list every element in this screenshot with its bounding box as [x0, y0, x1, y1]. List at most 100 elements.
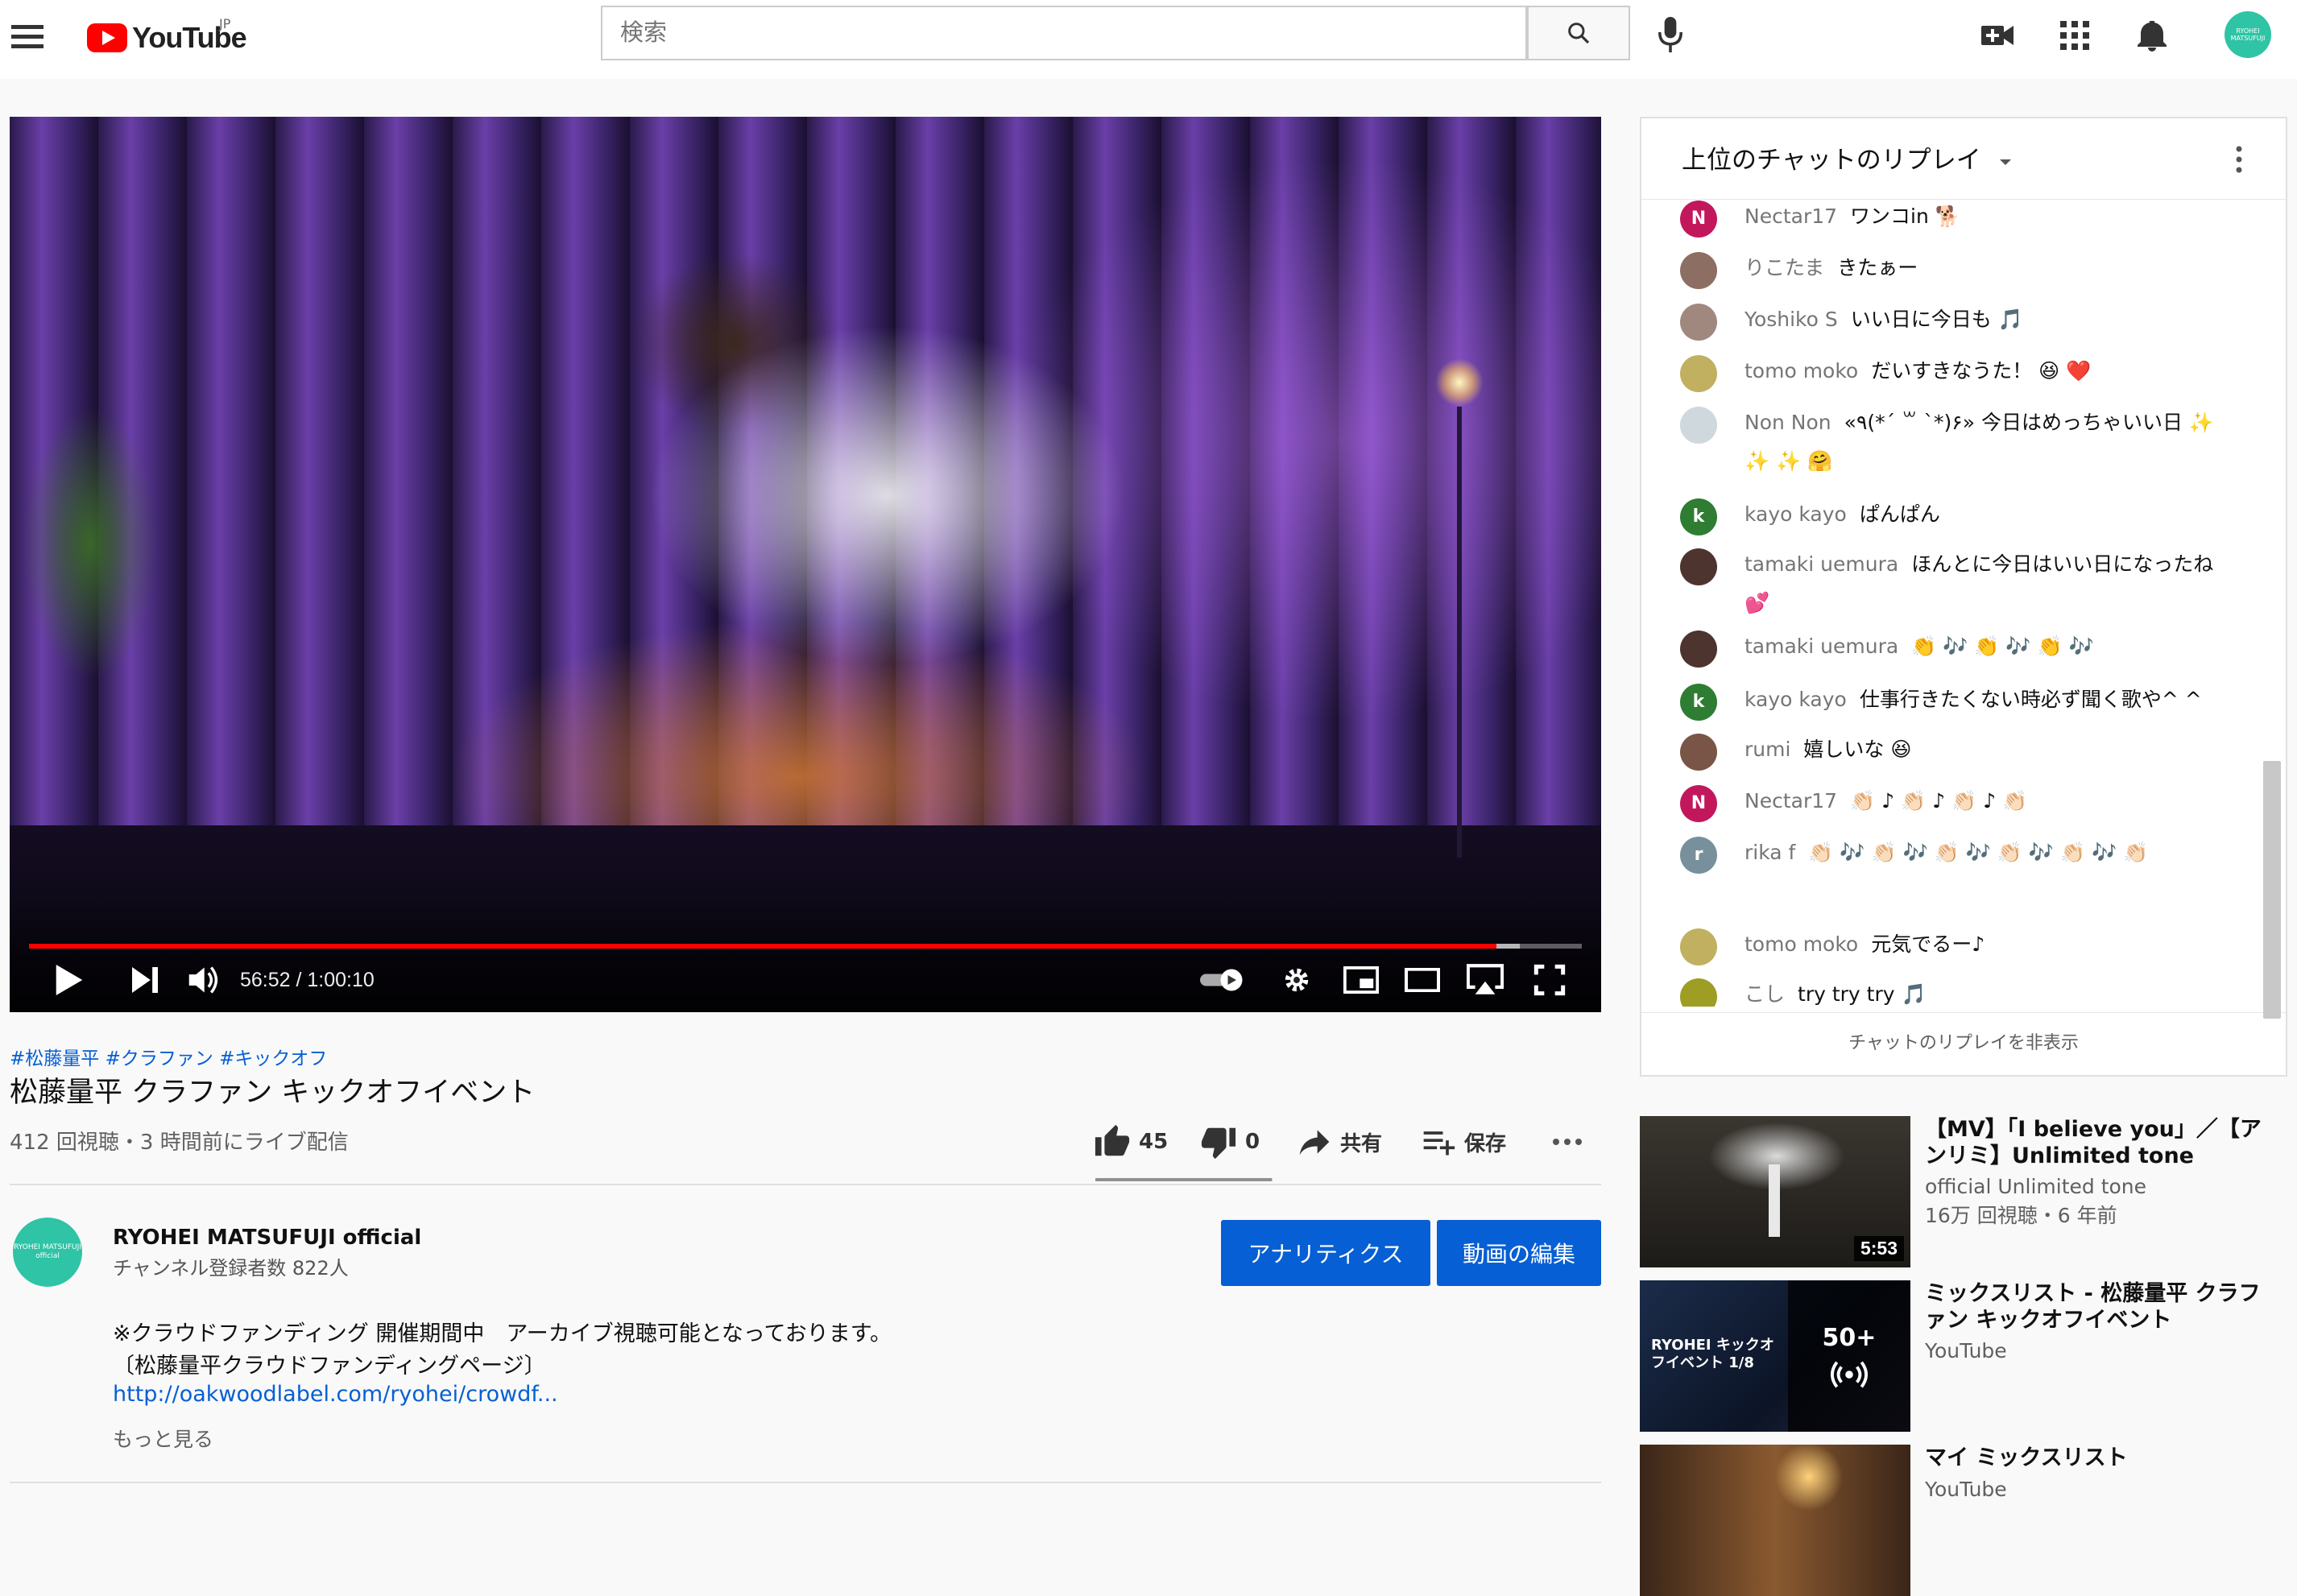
video-title: 松藤量平 クラファン キックオフイベント — [10, 1077, 536, 1109]
settings-button[interactable] — [1274, 961, 1319, 999]
chat-author-name[interactable]: rika f — [1744, 841, 1795, 864]
chat-author-name[interactable]: こし — [1744, 982, 1785, 1006]
chat-author-name[interactable]: tamaki uemura — [1744, 635, 1898, 658]
edit-video-button[interactable]: 動画の編集 — [1437, 1220, 1601, 1286]
theater-mode-button[interactable] — [1400, 961, 1445, 999]
dislike-button[interactable]: 0 — [1200, 1123, 1260, 1160]
autoplay-toggle[interactable] — [1194, 961, 1250, 999]
notifications-bell-icon[interactable] — [2133, 16, 2171, 55]
save-button[interactable]: 保存 — [1421, 1123, 1506, 1160]
hamburger-menu-icon[interactable] — [11, 19, 47, 55]
account-avatar[interactable]: RYOHEI MATSUFUJI — [2225, 11, 2271, 58]
chat-message-text: 👏 🎶 👏 🎶 👏 🎶 — [1911, 635, 2094, 658]
chat-author-avatar[interactable] — [1680, 407, 1717, 444]
more-horizontal-icon — [1553, 1139, 1582, 1145]
chat-author-name[interactable]: Nectar17 — [1744, 789, 1837, 812]
chat-author-name[interactable]: tomo moko — [1744, 359, 1858, 382]
video-hashtags[interactable]: #松藤量平 #クラファン #キックオフ — [10, 1043, 327, 1070]
sentiment-bar — [1095, 1178, 1273, 1181]
chat-author-name[interactable]: kayo kayo — [1744, 688, 1847, 711]
chat-author-avatar[interactable] — [1680, 304, 1717, 341]
like-button[interactable]: 45 — [1094, 1123, 1168, 1160]
hide-chat-replay-button[interactable]: チャットのリプレイを非表示 — [1641, 1028, 2286, 1054]
chat-author-name[interactable]: Non Non — [1744, 411, 1831, 434]
volume-button[interactable] — [179, 961, 227, 999]
search-icon — [1568, 23, 1590, 44]
search-input[interactable] — [602, 7, 1524, 57]
chat-author-avatar[interactable]: N — [1680, 785, 1717, 822]
chat-mode-dropdown[interactable]: 上位のチャットのリプレイ — [1682, 139, 2015, 176]
chat-message-list[interactable]: N Nectar17 ワンコin 🐕 りこたま きたぁー Yoshiko S いい日に今日も… — [1641, 197, 2286, 1007]
youtube-logo[interactable]: YouTube JP — [87, 16, 247, 58]
progress-bar[interactable] — [29, 944, 1582, 949]
chat-author-avatar[interactable]: r — [1680, 837, 1717, 874]
next-button[interactable] — [121, 961, 169, 999]
chat-message-body: Nectar17 👏🏻 ♪ 👏🏻 ♪ 👏🏻 ♪ 👏🏻 — [1744, 782, 2244, 821]
recommendation-thumbnail[interactable] — [1640, 1445, 1910, 1596]
chat-author-name[interactable]: tamaki uemura — [1744, 552, 1898, 576]
chat-author-avatar[interactable]: k — [1680, 498, 1717, 535]
channel-name[interactable]: RYOHEI MATSUFUJI official — [113, 1226, 421, 1250]
play-button[interactable] — [45, 961, 93, 999]
divider — [10, 1482, 1601, 1483]
chat-message-body: りこたま きたぁー — [1744, 249, 2244, 287]
miniplayer-button[interactable] — [1339, 961, 1384, 999]
voice-search-mic-icon[interactable] — [1656, 14, 1685, 55]
recommendation-title[interactable]: 【MV】「I believe you」／【アンリミ】Unlimited tone — [1925, 1116, 2279, 1169]
subscriber-count: チャンネル登録者数 822人 — [113, 1257, 349, 1280]
chat-scrollbar[interactable] — [2263, 761, 2281, 1019]
airplay-icon — [1467, 964, 1504, 994]
recommendation-channel[interactable]: YouTube — [1925, 1475, 2007, 1504]
recommendation-title[interactable]: マイ ミックスリスト — [1925, 1445, 2279, 1471]
gear-icon — [1285, 968, 1309, 992]
search-box[interactable] — [601, 6, 1527, 60]
share-arrow-icon — [1299, 1130, 1330, 1156]
share-button[interactable]: 共有 — [1297, 1123, 1382, 1160]
chat-author-avatar[interactable]: N — [1680, 201, 1717, 238]
chat-author-avatar[interactable] — [1680, 548, 1717, 585]
chat-author-avatar[interactable] — [1680, 978, 1717, 1007]
description-link[interactable]: http://oakwoodlabel.com/ryohei/crowdf... — [113, 1382, 558, 1407]
fullscreen-button[interactable] — [1527, 961, 1572, 999]
video-player[interactable]: 56:52 / 1:00:10 — [10, 117, 1601, 1012]
recommendation-thumbnail[interactable]: 5:53 — [1640, 1116, 1910, 1267]
chat-message-text: 👏🏻 🎶 👏🏻 🎶 👏🏻 🎶 👏🏻 🎶 👏🏻 🎶 👏🏻 — [1808, 841, 2149, 864]
thumbs-down-icon — [1201, 1127, 1236, 1160]
chat-author-name[interactable]: kayo kayo — [1744, 502, 1847, 526]
chat-message-body: kayo kayo ぱんぱん — [1744, 495, 2244, 534]
mix-overlay: 50+ — [1788, 1280, 1910, 1432]
recommendation-thumbnail[interactable]: RYOHEI キックオフイベント 1/8 50+ — [1640, 1280, 1910, 1432]
chat-author-avatar[interactable] — [1680, 252, 1717, 289]
chat-message-text: いい日に今日も 🎵 — [1850, 308, 2023, 331]
chat-message-body: tamaki uemura ほんとに今日はいい日になったね 💕 — [1744, 545, 2244, 622]
chat-author-avatar[interactable] — [1680, 734, 1717, 771]
miniplayer-icon — [1343, 966, 1379, 994]
fullscreen-icon — [1533, 964, 1566, 996]
chat-message-text: try try try 🎵 — [1798, 982, 1927, 1006]
recommendation-channel[interactable]: official Unlimited tone — [1925, 1172, 2146, 1201]
airplay-button[interactable] — [1463, 961, 1508, 999]
chat-message-body: rumi 嬉しいな 😆 — [1744, 730, 2244, 769]
chat-message-body: こし try try try 🎵 — [1744, 975, 2244, 1007]
chat-message-body: tomo moko だいすきなうた！ 😆 ❤️ — [1744, 352, 2244, 391]
show-more-button[interactable]: もっと見る — [113, 1424, 213, 1453]
chat-author-name[interactable]: tomo moko — [1744, 932, 1858, 956]
chat-author-avatar[interactable] — [1680, 355, 1717, 392]
recommendation-channel[interactable]: YouTube — [1925, 1337, 2007, 1366]
create-video-icon[interactable] — [1978, 16, 2017, 55]
search-button[interactable] — [1527, 6, 1630, 60]
chat-author-name[interactable]: Yoshiko S — [1744, 308, 1838, 331]
chat-author-name[interactable]: りこたま — [1744, 256, 1824, 279]
chat-author-name[interactable]: rumi — [1744, 738, 1790, 761]
recommendation-meta: 16万 回視聴・6 年前 — [1925, 1204, 2117, 1227]
apps-grid-icon[interactable] — [2055, 16, 2094, 55]
recommendation-title[interactable]: ミックスリスト - 松藤量平 クラファン キックオフイベント — [1925, 1280, 2279, 1333]
chat-menu-button[interactable] — [2234, 144, 2244, 178]
chat-author-avatar[interactable] — [1680, 631, 1717, 668]
chat-author-avatar[interactable] — [1680, 928, 1717, 965]
channel-avatar[interactable]: RYOHEI MATSUFUJI official — [13, 1218, 82, 1287]
chat-author-avatar[interactable]: k — [1680, 684, 1717, 721]
chat-author-name[interactable]: Nectar17 — [1744, 205, 1837, 228]
more-actions-button[interactable] — [1551, 1123, 1583, 1160]
analytics-button[interactable]: アナリティクス — [1221, 1220, 1430, 1286]
